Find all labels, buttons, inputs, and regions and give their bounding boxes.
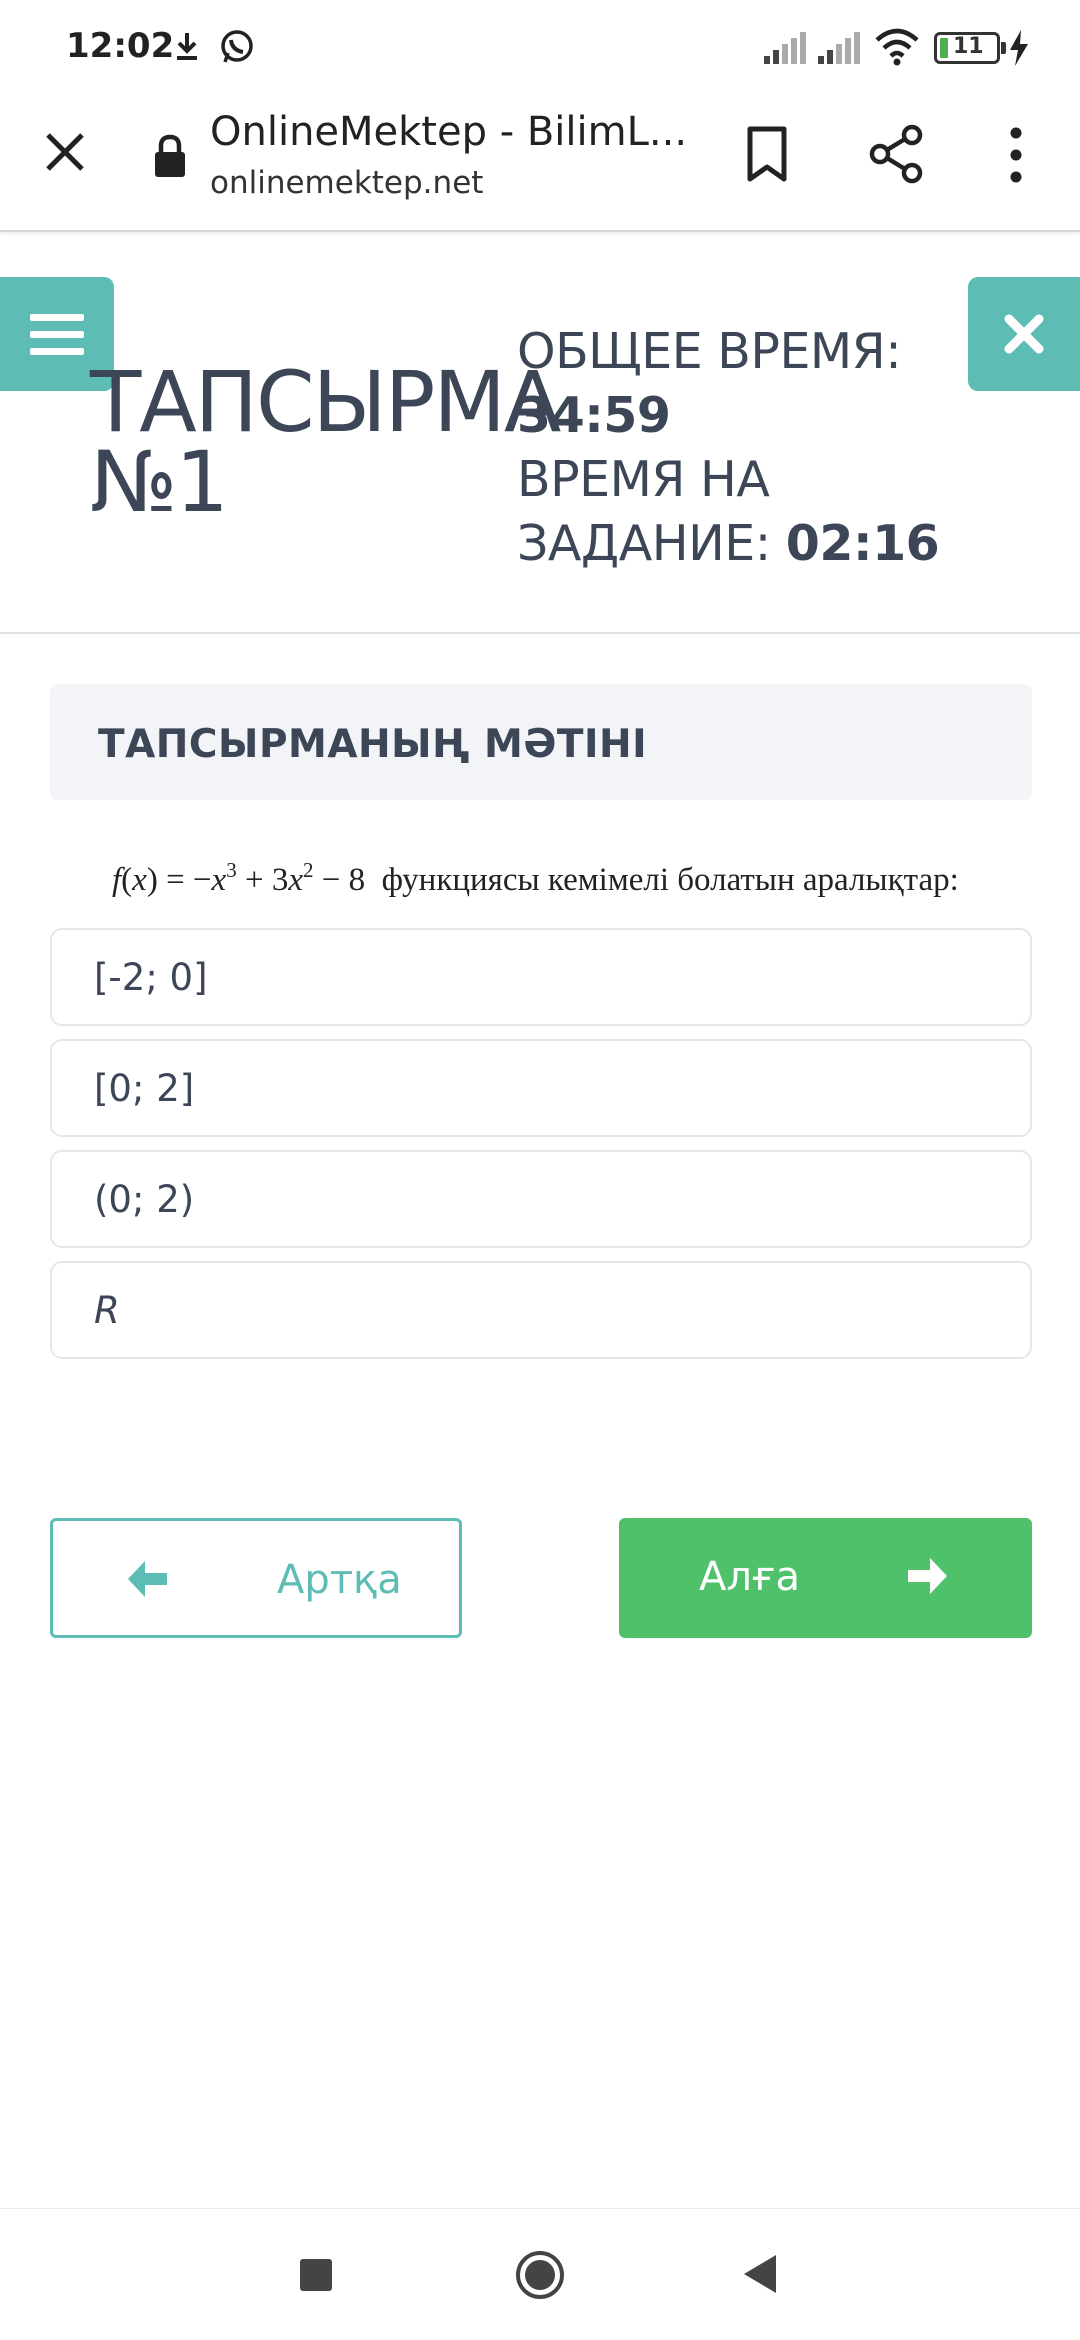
task-time-value: 02:16: [785, 515, 940, 572]
more-vert-icon[interactable]: [1002, 125, 1030, 185]
home-icon[interactable]: [514, 2249, 566, 2301]
back-button-label: Артқа: [277, 1557, 402, 1603]
page-title[interactable]: OnlineMektep - BilimL...: [210, 109, 687, 155]
recents-icon[interactable]: [300, 2259, 332, 2291]
task-text-label: ТАПСЫРМАНЫҢ МӘТІНІ: [98, 722, 648, 767]
status-bar: 12:02 11: [0, 0, 1080, 95]
timer-panel: ОБЩЕЕ ВРЕМЯ: 34:59 ВРЕМЯ НА ЗАДАНИЕ: 02:…: [517, 320, 940, 576]
next-button[interactable]: Алға: [619, 1518, 1032, 1638]
task-time-label-line1: ВРЕМЯ НА: [517, 451, 770, 508]
close-task-button[interactable]: [968, 277, 1080, 391]
status-time: 12:02: [66, 26, 175, 66]
task-title: ТАПСЫРМА №1: [90, 353, 561, 531]
task-number: №1: [90, 433, 229, 531]
arrow-left-icon: [128, 1561, 167, 1597]
wifi-icon: [875, 28, 919, 66]
lock-icon: [155, 134, 185, 177]
page-url[interactable]: onlinemektep.net: [210, 165, 483, 201]
hamburger-icon-bar: [30, 313, 84, 321]
question-text: f(x) = −x3 + 3x2 − 8 функциясы кемімелі …: [112, 858, 959, 898]
answer-option[interactable]: (0; 2): [50, 1150, 1032, 1248]
back-button[interactable]: Артқа: [50, 1518, 462, 1638]
close-icon: [1004, 314, 1044, 354]
whatsapp-icon: [221, 30, 253, 63]
answer-option-label: (0; 2): [94, 1178, 195, 1221]
battery-icon: 11: [934, 32, 1006, 64]
browser-toolbar: OnlineMektep - BilimL... onlinemektep.ne…: [0, 95, 1080, 232]
total-time-label: ОБЩЕЕ ВРЕМЯ:: [517, 323, 902, 380]
hamburger-icon-bar: [30, 330, 84, 338]
answer-option[interactable]: [-2; 0]: [50, 928, 1032, 1026]
header-divider: [0, 632, 1080, 634]
bookmark-icon[interactable]: [740, 125, 794, 183]
question-formula: f: [112, 862, 122, 898]
answer-option[interactable]: [0; 2]: [50, 1039, 1032, 1137]
answer-option-label: R: [94, 1289, 120, 1332]
answer-option-label: [-2; 0]: [94, 956, 208, 999]
answer-option-label: [0; 2]: [94, 1067, 195, 1110]
next-button-label: Алға: [699, 1554, 801, 1600]
task-time-label-line2: ЗАДАНИЕ:: [517, 515, 771, 572]
charging-icon: [1010, 30, 1028, 66]
signal-icon: [818, 32, 860, 64]
hamburger-icon-bar: [30, 347, 84, 355]
close-icon[interactable]: [40, 127, 90, 177]
download-icon: [177, 33, 197, 60]
back-nav-icon[interactable]: [742, 2253, 778, 2295]
battery-level: 11: [953, 34, 984, 59]
system-nav-bar: [0, 2208, 1080, 2340]
signal-icon: [764, 32, 806, 64]
share-icon[interactable]: [866, 123, 926, 185]
task-title-line1: ТАПСЫРМА: [90, 353, 561, 451]
task-text-header: ТАПСЫРМАНЫҢ МӘТІНІ: [50, 684, 1032, 800]
arrow-right-icon: [908, 1558, 947, 1594]
answer-option[interactable]: R: [50, 1261, 1032, 1359]
total-time-value: 34:59: [517, 387, 671, 444]
question-body: функциясы кемімелі болатын аралықтар:: [381, 862, 959, 898]
